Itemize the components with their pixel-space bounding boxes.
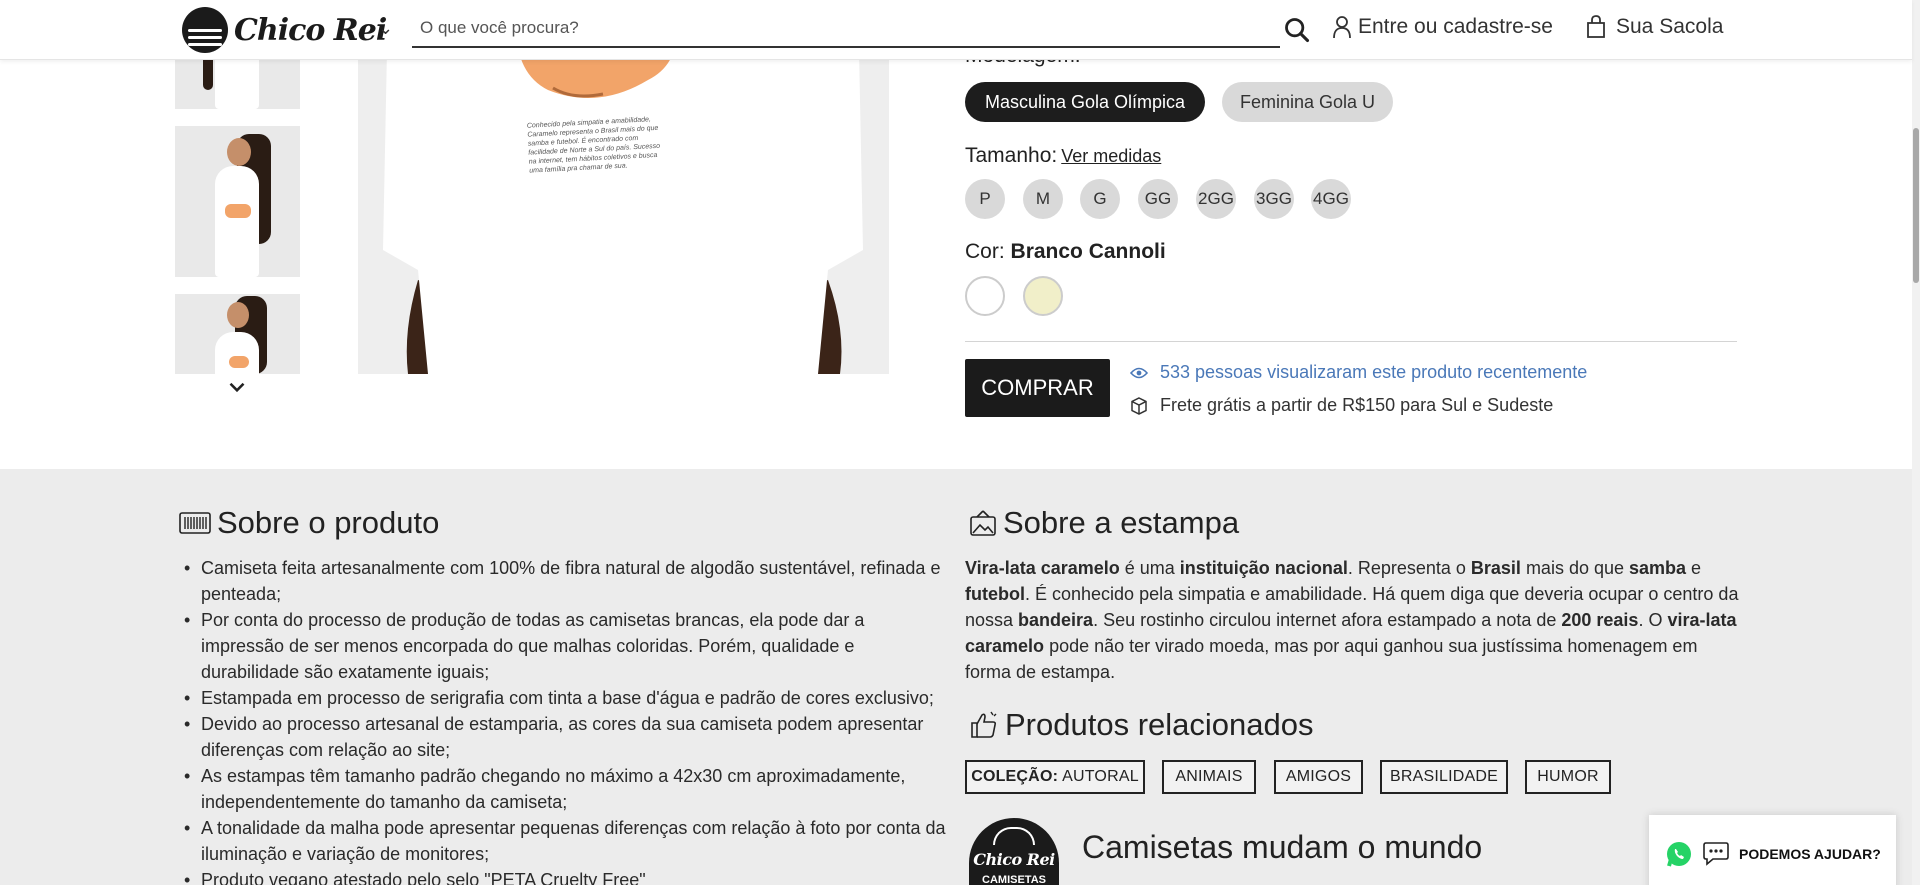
estampa-bold: Brasil <box>1470 558 1521 578</box>
product-thumbnail[interactable] <box>175 294 300 374</box>
size-option-m[interactable]: M <box>1023 179 1063 219</box>
badge-title: Chico Rei <box>973 850 1055 869</box>
shipping-info: Frete grátis a partir de R$150 para Sul … <box>1130 395 1553 416</box>
buy-button[interactable]: COMPRAR <box>965 359 1110 417</box>
product-details-list: Camiseta feita artesanalmente com 100% d… <box>179 555 949 885</box>
sobre-produto-heading: Sobre o produto <box>179 505 439 541</box>
tag-amigos[interactable]: AMIGOS <box>1274 760 1363 794</box>
size-option-3gg[interactable]: 3GG <box>1254 179 1294 219</box>
sobre-estampa-title: Sobre a estampa <box>1003 505 1240 540</box>
list-item: Por conta do processo de produção de tod… <box>179 607 949 685</box>
help-chat-widget[interactable]: PODEMOS AJUDAR? <box>1649 815 1896 885</box>
tag-colecao-autoral[interactable]: COLEÇÃO: AUTORAL <box>965 760 1145 794</box>
estampa-text: mais do que <box>1520 558 1629 578</box>
bag-link[interactable]: Sua Sacola <box>1586 15 1723 39</box>
tag-humor[interactable]: HUMOR <box>1525 760 1611 794</box>
search-bar <box>412 10 1280 48</box>
list-item: Produto vegano atestado pelo selo "PETA … <box>179 867 949 885</box>
estampa-bold: futebol <box>965 584 1025 604</box>
chevron-down-icon[interactable]: ⌄ <box>378 18 393 39</box>
thumbs-up-icon <box>971 711 997 738</box>
tag-label: AUTORAL <box>1062 768 1139 785</box>
logo-mark-icon <box>182 7 228 53</box>
account-link[interactable]: Entre ou cadastre-se <box>1332 15 1553 39</box>
estampa-bold: Vira-lata caramelo <box>965 558 1120 578</box>
estampa-description: Vira-lata caramelo é uma instituição nac… <box>965 555 1740 685</box>
size-option-4gg[interactable]: 4GG <box>1311 179 1351 219</box>
shipping-text: Frete grátis a partir de R$150 para Sul … <box>1160 395 1554 415</box>
product-thumbnail[interactable] <box>175 126 300 277</box>
logo[interactable]: Chico Rei <box>182 7 387 53</box>
chevron-down-icon[interactable] <box>224 374 250 400</box>
chat-bubble-icon <box>1703 842 1729 866</box>
account-label: Entre ou cadastre-se <box>1358 15 1553 38</box>
search-input[interactable] <box>412 10 1280 46</box>
user-icon <box>1333 16 1351 39</box>
size-option-gg[interactable]: GG <box>1138 179 1178 219</box>
mundo-title: Camisetas mudam o mundo <box>1082 829 1483 865</box>
views-info: 533 pessoas visualizaram este produto re… <box>1130 362 1587 383</box>
size-option-p[interactable]: P <box>965 179 1005 219</box>
cor-value: Branco Cannoli <box>1010 240 1166 263</box>
estampa-text: é uma <box>1119 558 1180 578</box>
estampa-bold: instituição nacional <box>1179 558 1348 578</box>
modelagem-option-feminina[interactable]: Feminina Gola U <box>1222 82 1393 122</box>
views-text: 533 pessoas visualizaram este produto re… <box>1160 362 1588 382</box>
tag-brasilidade[interactable]: BRASILIDADE <box>1380 760 1508 794</box>
size-option-g[interactable]: G <box>1080 179 1120 219</box>
package-icon <box>1131 396 1147 415</box>
badge-subtitle: CAMISETAS <box>982 874 1046 885</box>
estampa-bold: bandeira <box>1018 610 1094 630</box>
divider <box>965 341 1737 342</box>
barcode-icon <box>179 512 211 534</box>
shopping-bag-icon <box>1587 15 1605 38</box>
estampa-text: pode não ter virado moeda, mas por aqui … <box>965 636 1698 682</box>
list-item: A tonalidade da malha pode apresentar pe… <box>179 815 949 867</box>
cor-row: Cor: Branco Cannoli <box>965 240 1166 264</box>
estampa-bold: 200 reais <box>1561 610 1639 630</box>
scrollbar-thumb[interactable] <box>1913 128 1919 283</box>
estampa-bold: samba <box>1629 558 1687 578</box>
bag-label: Sua Sacola <box>1616 15 1724 38</box>
sobre-estampa-heading: Sobre a estampa <box>969 505 1239 541</box>
eye-icon <box>1130 367 1148 378</box>
whatsapp-icon <box>1667 842 1691 867</box>
sobre-produto-title: Sobre o produto <box>217 505 440 540</box>
search-icon[interactable] <box>1283 16 1311 44</box>
tamanho-label: Tamanho: <box>965 144 1058 167</box>
ver-medidas-link[interactable]: Ver medidas <box>1061 146 1161 166</box>
tag-animais[interactable]: ANIMAIS <box>1162 760 1256 794</box>
modelagem-option-masculina[interactable]: Masculina Gola Olímpica <box>965 82 1205 122</box>
cor-label: Cor: <box>965 240 1005 263</box>
page-scrollbar[interactable] <box>1912 0 1920 885</box>
estampa-text: . Representa o <box>1347 558 1471 578</box>
estampa-text: . O <box>1638 610 1668 630</box>
relacionados-title: Produtos relacionados <box>1005 707 1314 742</box>
list-item: Camiseta feita artesanalmente com 100% d… <box>179 555 949 607</box>
colecao-label: COLEÇÃO: <box>971 768 1059 785</box>
picture-frame-icon <box>970 510 996 536</box>
color-swatch-cream[interactable] <box>1023 276 1063 316</box>
logo-text: Chico Rei <box>234 12 387 48</box>
relacionados-heading: Produtos relacionados <box>969 707 1313 743</box>
help-label: PODEMOS AJUDAR? <box>1739 846 1881 862</box>
shirt-print-text: Conhecido pela simpatia e amabilidade, C… <box>526 116 661 175</box>
list-item: As estampas têm tamanho padrão chegando … <box>179 763 949 815</box>
tamanho-row: Tamanho: Ver medidas <box>965 144 1161 168</box>
list-item: Estampada em processo de serigrafia com … <box>179 685 949 711</box>
estampa-text: e <box>1686 558 1702 578</box>
list-item: Devido ao processo artesanal de estampar… <box>179 711 949 763</box>
color-swatch-white[interactable] <box>965 276 1005 316</box>
estampa-text: . Seu rostinho circulou internet afora e… <box>1093 610 1562 630</box>
site-header: Chico Rei ⌄ Entre ou cadastre-se Sua Sac… <box>0 0 1912 60</box>
size-option-2gg[interactable]: 2GG <box>1196 179 1236 219</box>
